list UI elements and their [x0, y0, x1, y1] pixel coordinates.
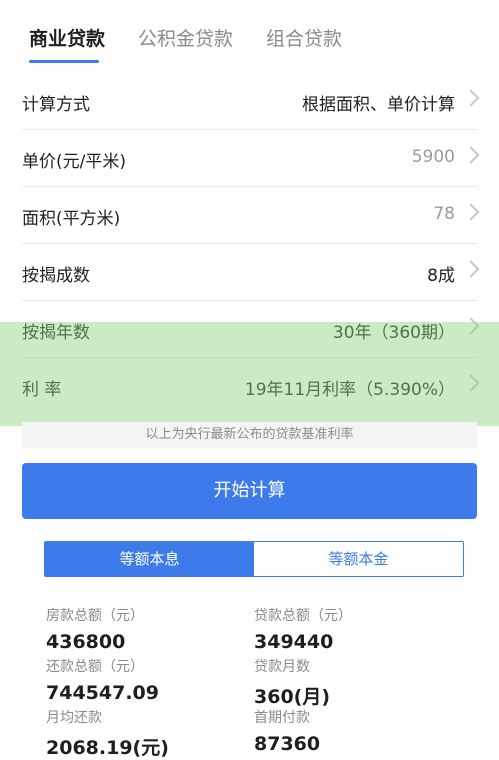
area-row[interactable]: 面积(平方米) 78 — [22, 186, 480, 244]
house-total-label: 房款总额（元） — [46, 608, 144, 624]
tab-combined-loan[interactable]: 组合贷款 — [266, 24, 342, 51]
house-total-value: 436800 — [46, 631, 126, 653]
loan-total-stat: 贷款总额（元） 349440 — [254, 605, 454, 653]
loan-months-stat: 贷款月数 360(月) — [254, 656, 454, 709]
loan-type-tabs: 商业贷款 公积金贷款 组合贷款 — [0, 0, 499, 72]
monthly-payment-stat: 月均还款 2068.19(元) — [46, 707, 246, 760]
chevron-right-icon — [462, 89, 480, 107]
unit-price-row[interactable]: 单价(元/平米) 5900 — [22, 129, 480, 187]
down-payment-value: 87360 — [254, 733, 321, 755]
active-tab-indicator — [29, 60, 99, 63]
loan-ratio-value: 8成 — [427, 266, 455, 286]
chevron-right-icon — [462, 203, 480, 221]
start-calculate-button[interactable]: 开始计算 — [22, 463, 477, 519]
equal-principal-option[interactable]: 等额本金 — [254, 542, 463, 576]
down-payment-label: 首期付款 — [254, 710, 310, 726]
house-total-stat: 房款总额（元） 436800 — [46, 605, 246, 653]
rate-note: 以上为央行最新公布的贷款基准利率 — [22, 422, 477, 448]
unit-price-label: 单价(元/平米) — [22, 152, 126, 172]
green-highlight-overlay — [0, 322, 499, 426]
monthly-payment-label: 月均还款 — [46, 710, 102, 726]
repay-total-value: 744547.09 — [46, 682, 159, 704]
tab-commercial-loan[interactable]: 商业贷款 — [29, 24, 105, 51]
calc-method-label: 计算方式 — [22, 95, 90, 115]
repay-total-stat: 还款总额（元） 744547.09 — [46, 656, 246, 704]
loan-ratio-label: 按揭成数 — [22, 266, 90, 286]
area-label: 面积(平方米) — [22, 209, 121, 229]
calc-method-row[interactable]: 计算方式 根据面积、单价计算 — [22, 72, 480, 130]
loan-months-value: 360(月) — [254, 686, 331, 708]
loan-total-label: 贷款总额（元） — [254, 608, 352, 624]
loan-months-label: 贷款月数 — [254, 659, 310, 675]
loan-ratio-row[interactable]: 按揭成数 8成 — [22, 243, 480, 301]
loan-total-value: 349440 — [254, 631, 334, 653]
monthly-payment-value: 2068.19(元) — [46, 737, 169, 759]
unit-price-input[interactable]: 5900 — [412, 147, 455, 167]
repayment-method-toggle: 等额本息 等额本金 — [44, 541, 464, 577]
calc-method-value: 根据面积、单价计算 — [302, 95, 455, 115]
repay-total-label: 还款总额（元） — [46, 659, 144, 675]
chevron-right-icon — [462, 260, 480, 278]
area-input[interactable]: 78 — [433, 204, 455, 224]
chevron-right-icon — [462, 146, 480, 164]
down-payment-stat: 首期付款 87360 — [254, 707, 454, 755]
tab-provident-fund-loan[interactable]: 公积金贷款 — [138, 24, 233, 51]
equal-installment-option[interactable]: 等额本息 — [45, 542, 254, 576]
